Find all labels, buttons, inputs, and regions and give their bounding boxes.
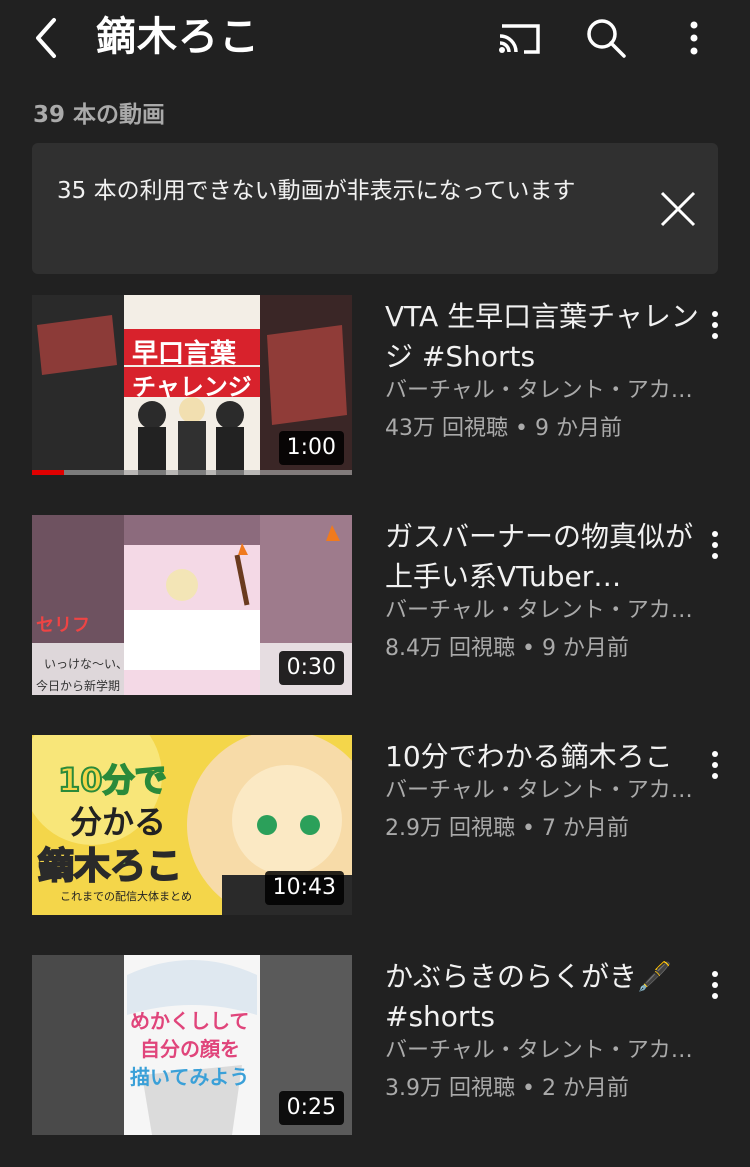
video-thumbnail[interactable]: めかくしして 自分の顔を 描いてみよう 0:25 bbox=[32, 955, 352, 1135]
video-stats: 2.9万 回視聴 • 7 か月前 bbox=[385, 816, 629, 841]
page-title: 鏑木ろこ bbox=[96, 14, 260, 60]
video-title[interactable]: かぶらきのらくがき🖋️ #shorts bbox=[385, 957, 700, 1037]
video-stats: 8.4万 回視聴 • 9 か月前 bbox=[385, 636, 629, 661]
more-vertical-icon[interactable] bbox=[700, 305, 730, 345]
notice-text: 35 本の利用できない動画が非表示になっています bbox=[57, 178, 576, 204]
video-list-item[interactable]: 早口言葉 チャレンジ 1:00 VTA 生早口言葉チャレンジ #Shorts バ… bbox=[0, 295, 750, 477]
more-vertical-icon[interactable] bbox=[700, 525, 730, 565]
hidden-videos-notice: 35 本の利用できない動画が非表示になっています bbox=[32, 143, 718, 274]
thumbnail-caption: チャレンジ bbox=[132, 373, 252, 401]
video-title[interactable]: 10分でわかる鏑木ろこ bbox=[385, 737, 700, 777]
duration-badge: 10:43 bbox=[264, 871, 344, 905]
thumbnail-caption: セリフ bbox=[36, 615, 90, 636]
duration-badge: 0:25 bbox=[278, 1091, 344, 1125]
close-icon[interactable] bbox=[650, 181, 706, 237]
video-title[interactable]: VTA 生早口言葉チャレンジ #Shorts bbox=[385, 297, 700, 377]
video-thumbnail[interactable]: 早口言葉 チャレンジ 1:00 bbox=[32, 295, 352, 475]
video-list-item[interactable]: めかくしして 自分の顔を 描いてみよう 0:25 かぶらきのらくがき🖋️ #sh… bbox=[0, 955, 750, 1137]
duration-badge: 0:30 bbox=[278, 651, 344, 685]
more-vertical-icon[interactable] bbox=[668, 12, 720, 64]
more-vertical-icon[interactable] bbox=[700, 965, 730, 1005]
thumbnail-caption: 今日から新学期 bbox=[36, 679, 121, 693]
video-thumbnail[interactable]: 10分で 分かる 鏑木ろこ これまでの配信大体まとめ 10:43 bbox=[32, 735, 352, 915]
channel-name: バーチャル・タレント・アカデミー bbox=[385, 778, 700, 803]
channel-name: バーチャル・タレント・アカデミー bbox=[385, 378, 700, 403]
video-stats: 43万 回視聴 • 9 か月前 bbox=[385, 416, 622, 441]
video-stats: 3.9万 回視聴 • 2 か月前 bbox=[385, 1076, 629, 1101]
video-list-item[interactable]: 10分で 分かる 鏑木ろこ これまでの配信大体まとめ 10:43 10分でわかる… bbox=[0, 735, 750, 917]
video-thumbnail[interactable]: セリフ いっけな～い、 今日から新学期 0:30 bbox=[32, 515, 352, 695]
cast-icon[interactable] bbox=[494, 12, 546, 64]
thumbnail-caption: 早口言葉 bbox=[132, 339, 237, 369]
thumbnail-caption: めかくしして bbox=[130, 1009, 250, 1033]
video-list-item[interactable]: セリフ いっけな～い、 今日から新学期 0:30 ガスバーナーの物真似が上手い系… bbox=[0, 515, 750, 697]
thumbnail-caption: 10分で bbox=[57, 760, 168, 800]
channel-name: バーチャル・タレント・アカデミー bbox=[385, 1038, 700, 1063]
thumbnail-caption: これまでの配信大体まとめ bbox=[60, 890, 192, 903]
back-arrow-icon[interactable] bbox=[24, 10, 74, 66]
thumbnail-caption: いっけな～い、 bbox=[44, 657, 129, 671]
thumbnail-caption: 自分の顔を bbox=[140, 1037, 240, 1061]
search-icon[interactable] bbox=[580, 12, 632, 64]
top-app-bar: 鏑木ろこ bbox=[0, 0, 750, 78]
video-title[interactable]: ガスバーナーの物真似が上手い系VTuber… bbox=[385, 517, 700, 597]
channel-name: バーチャル・タレント・アカデミー bbox=[385, 598, 700, 623]
watch-progress-bar bbox=[32, 470, 352, 475]
watch-progress-fill bbox=[32, 470, 64, 475]
duration-badge: 1:00 bbox=[278, 431, 344, 465]
thumbnail-caption: 鏑木ろこ bbox=[37, 845, 183, 888]
thumbnail-caption: 描いてみよう bbox=[130, 1065, 250, 1089]
video-count: 39 本の動画 bbox=[33, 102, 166, 128]
more-vertical-icon[interactable] bbox=[700, 745, 730, 785]
